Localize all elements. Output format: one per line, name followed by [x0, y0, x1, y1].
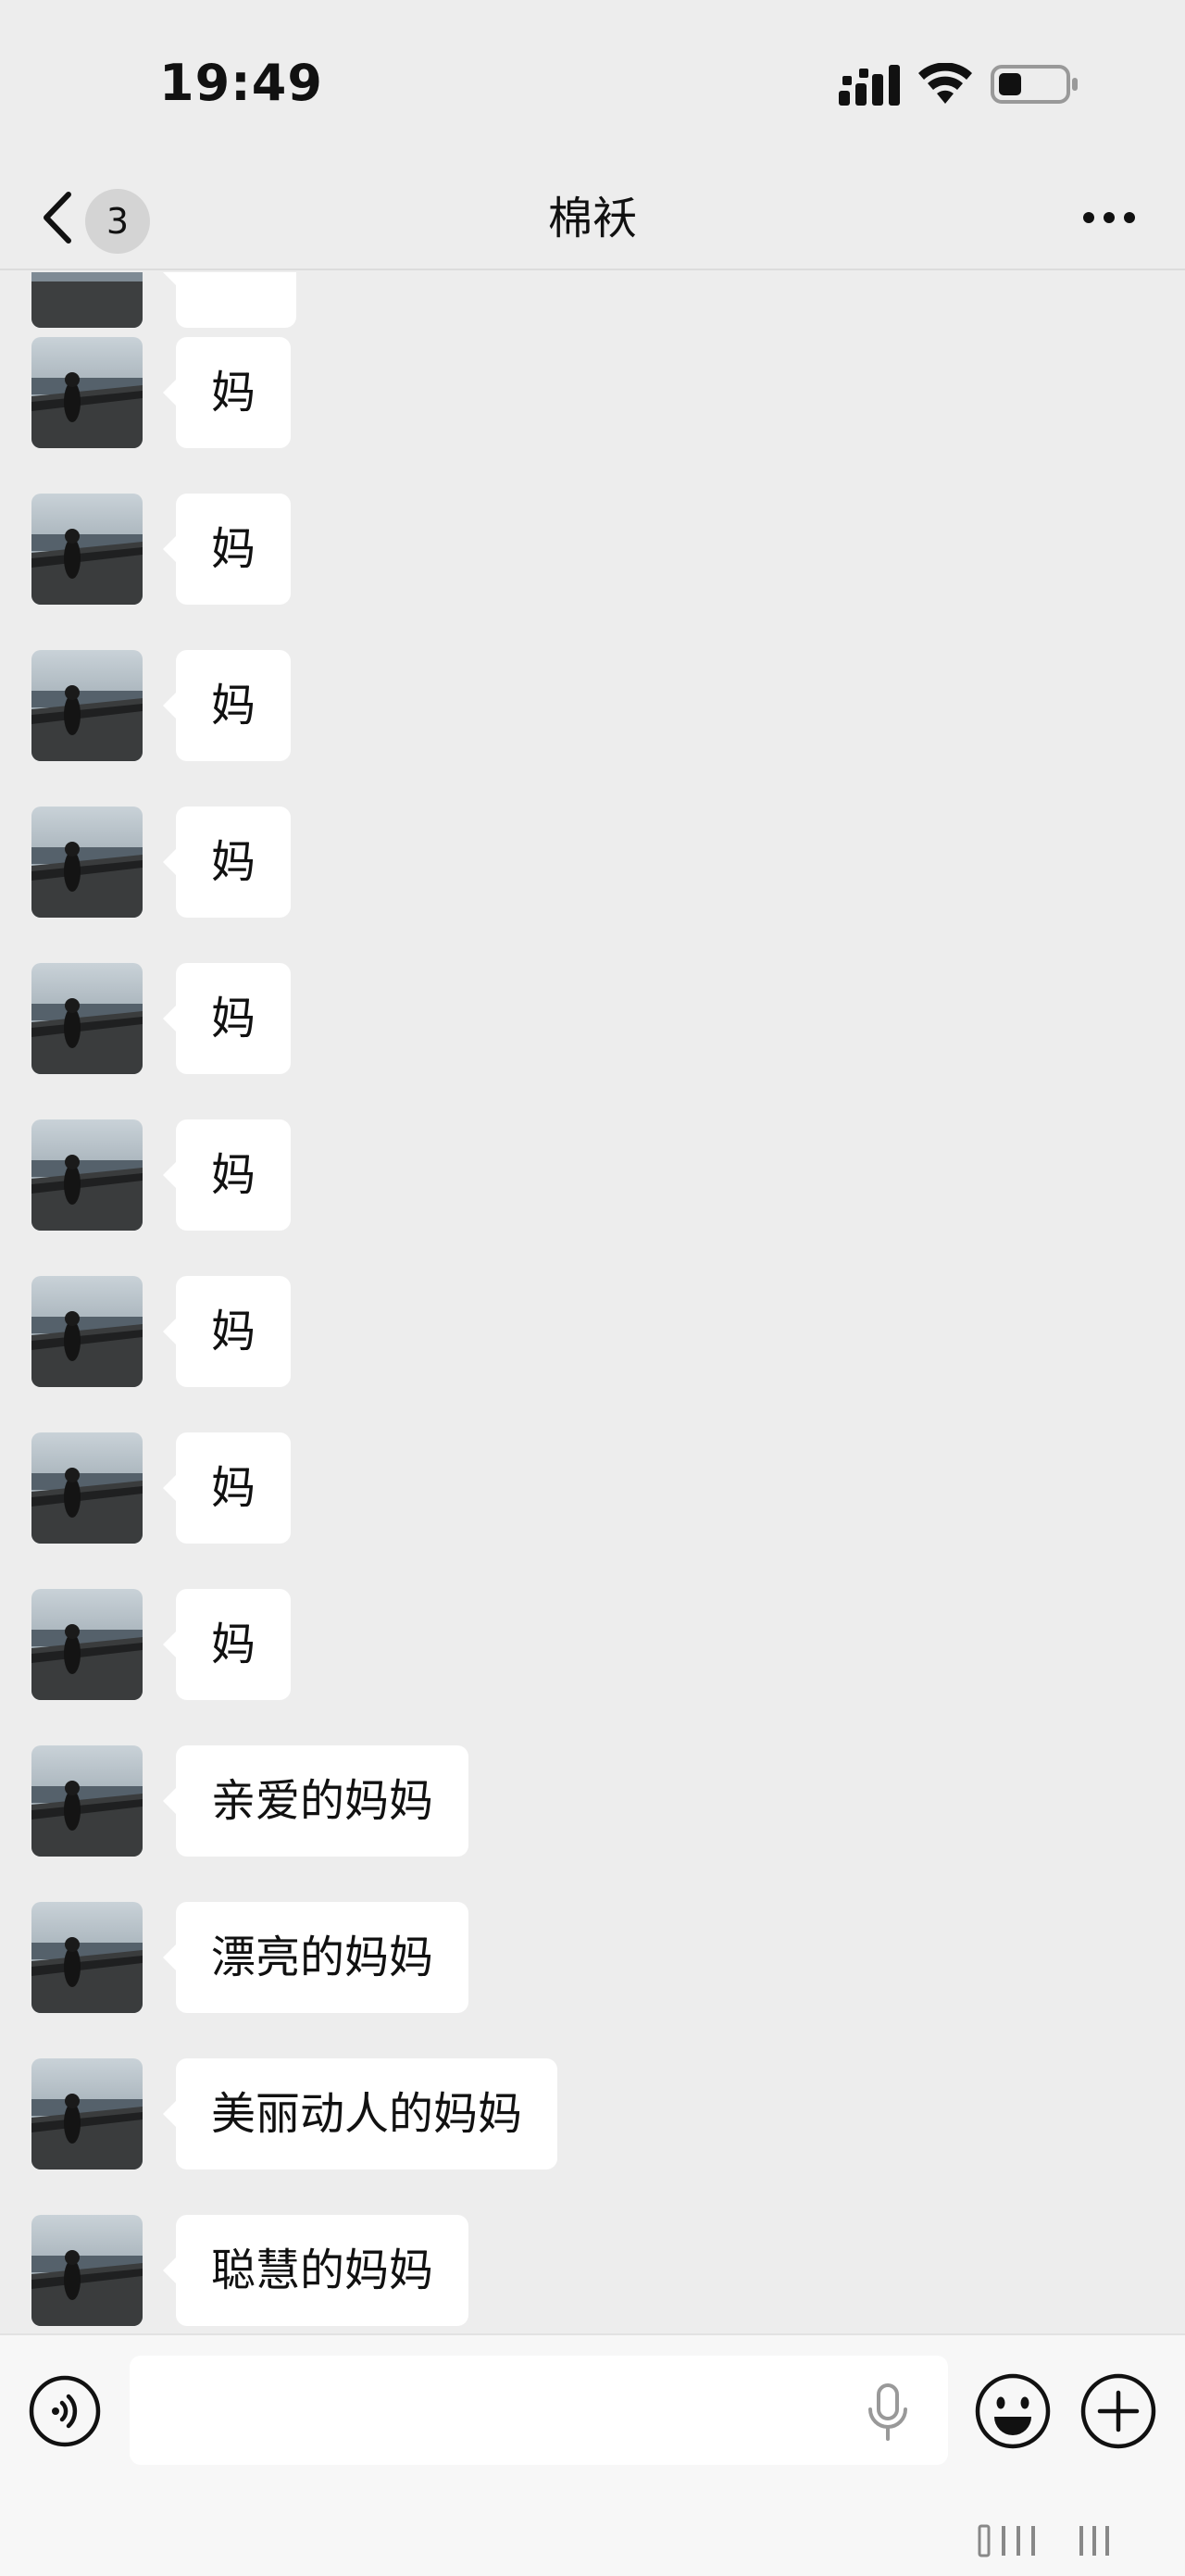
message-bubble[interactable]: 妈 — [162, 1589, 292, 1700]
message-row: 漂亮的妈妈 — [0, 1902, 1185, 2013]
message-row: 妈 — [0, 494, 1185, 605]
avatar[interactable] — [31, 963, 143, 1074]
plus-circle-icon[interactable] — [1079, 2372, 1157, 2450]
message-row: 妈 — [0, 1432, 1185, 1544]
message-bubble[interactable]: 妈 — [162, 807, 292, 918]
message-bubble[interactable]: 亲爱的妈妈 — [162, 1745, 469, 1857]
message-row: 妈 — [0, 1276, 1185, 1387]
message-row: 聪慧的妈妈 — [0, 2215, 1185, 2326]
message-row: 妈 — [0, 1119, 1185, 1231]
message-list[interactable]: 妈妈妈妈妈妈妈妈妈亲爱的妈妈 漂亮的妈妈 美丽动人的妈妈 聪慧的妈妈 — [0, 272, 1185, 2333]
message-bubble[interactable]: 美丽动人的妈妈 — [162, 2058, 558, 2170]
message-bubble[interactable]: 妈 — [162, 337, 292, 448]
message-row: 妈 — [0, 963, 1185, 1074]
smiley-icon[interactable] — [974, 2372, 1052, 2450]
message-bubble[interactable]: 漂亮的妈妈 — [162, 1902, 469, 2013]
status-bar: 19:49 — [0, 0, 1185, 167]
message-bubble[interactable]: 妈 — [162, 650, 292, 761]
nav-bar: 棉袄 3 — [0, 167, 1185, 270]
message-bubble[interactable]: 聪慧的妈妈 — [162, 2215, 469, 2326]
chevron-left-icon[interactable] — [37, 185, 83, 250]
message-row: 妈 — [0, 1589, 1185, 1700]
wifi-icon — [918, 63, 972, 104]
avatar[interactable] — [31, 2215, 143, 2326]
avatar[interactable] — [31, 1589, 143, 1700]
more-dots-icon[interactable] — [1081, 204, 1137, 231]
unread-count-badge[interactable]: 3 — [85, 189, 150, 254]
avatar[interactable] — [31, 272, 143, 328]
voice-wave-icon[interactable] — [28, 2374, 102, 2448]
avatar[interactable] — [31, 494, 143, 605]
message-row-partial — [0, 272, 1185, 328]
message-bubble[interactable]: 妈 — [162, 963, 292, 1074]
message-bubble-partial[interactable] — [163, 272, 296, 328]
message-bubble[interactable]: 妈 — [162, 1119, 292, 1231]
message-bubble[interactable]: 妈 — [162, 1276, 292, 1387]
status-time: 19:49 — [159, 54, 323, 112]
home-indicator-icon — [978, 2524, 1109, 2557]
microphone-icon[interactable] — [865, 2383, 911, 2443]
message-row: 妈 — [0, 650, 1185, 761]
message-row: 妈 — [0, 337, 1185, 448]
avatar[interactable] — [31, 1119, 143, 1231]
avatar[interactable] — [31, 807, 143, 918]
avatar[interactable] — [31, 2058, 143, 2170]
avatar[interactable] — [31, 337, 143, 448]
message-input[interactable] — [130, 2356, 948, 2465]
chat-title: 棉袄 — [547, 193, 637, 244]
avatar[interactable] — [31, 1432, 143, 1544]
chat-screen: 19:49 棉袄 3 妈 妈 妈 妈 妈 妈 妈 妈 妈 亲爱的妈妈 漂亮的妈妈… — [0, 0, 1185, 2576]
message-bubble[interactable]: 妈 — [162, 1432, 292, 1544]
avatar[interactable] — [31, 1902, 143, 2013]
message-bubble[interactable]: 妈 — [162, 494, 292, 605]
avatar[interactable] — [31, 650, 143, 761]
avatar[interactable] — [31, 1276, 143, 1387]
avatar[interactable] — [31, 1745, 143, 1857]
battery-icon — [991, 65, 1078, 104]
message-row: 亲爱的妈妈 — [0, 1745, 1185, 1857]
signal-icon — [839, 65, 900, 106]
message-row: 美丽动人的妈妈 — [0, 2058, 1185, 2170]
message-row: 妈 — [0, 807, 1185, 918]
